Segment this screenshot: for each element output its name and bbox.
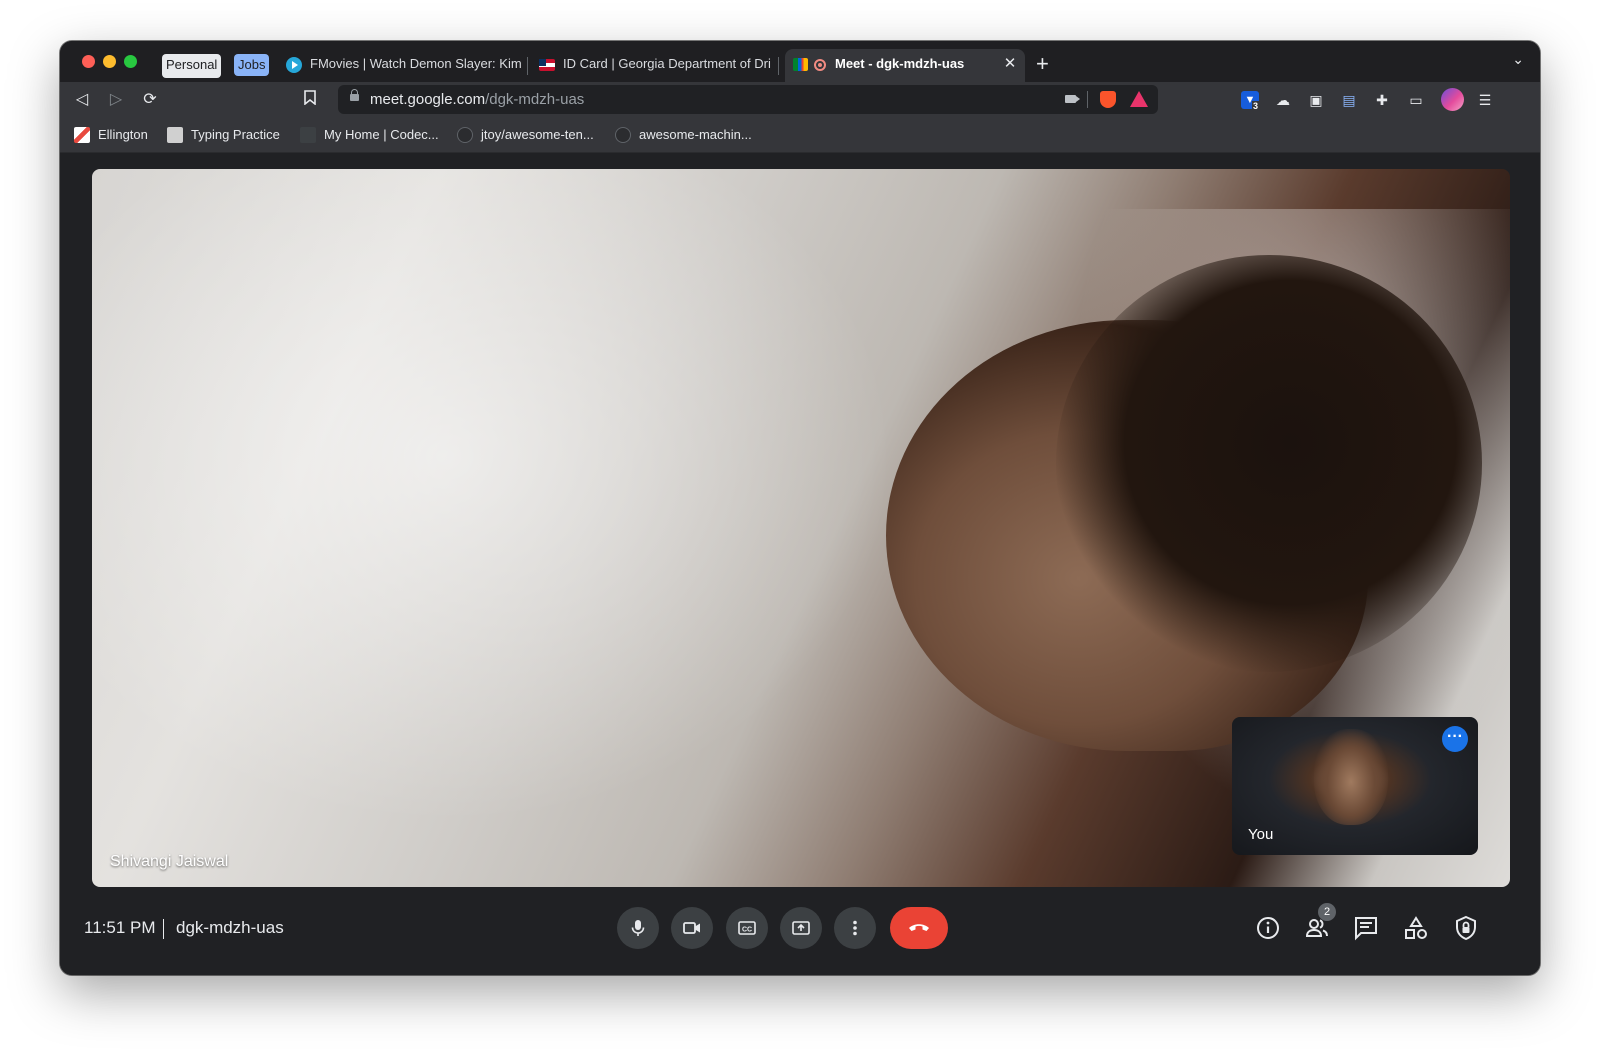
- cloud-icon[interactable]: ☁: [1274, 91, 1292, 109]
- time-divider: [163, 919, 164, 939]
- tab-fmovies[interactable]: FMovies | Watch Demon Slayer: Kim: [282, 49, 552, 82]
- meeting-time: 11:51 PM: [84, 918, 156, 937]
- bookmarks-bar: Ellington Typing Practice My Home | Code…: [60, 118, 1540, 153]
- brave-rewards-icon[interactable]: [1130, 91, 1148, 107]
- browser-window: Personal Jobs FMovies | Watch Demon Slay…: [60, 41, 1540, 975]
- tab-strip: Personal Jobs FMovies | Watch Demon Slay…: [60, 41, 1540, 82]
- window-icon[interactable]: ▣: [1307, 91, 1325, 109]
- svg-text:CC: CC: [742, 927, 752, 934]
- participant-name: Shivangi Jaiswal: [110, 853, 229, 870]
- brave-shields-icon[interactable]: [1100, 91, 1116, 108]
- typing-icon: [167, 127, 183, 143]
- bookmark-ellington[interactable]: Ellington: [74, 127, 148, 143]
- tab-group-personal[interactable]: Personal: [162, 54, 222, 78]
- recording-icon: [814, 59, 826, 71]
- codecademy-icon: [300, 127, 316, 143]
- chat-icon[interactable]: [1353, 915, 1379, 941]
- camera-icon: [683, 922, 700, 934]
- camera-button[interactable]: [671, 907, 713, 949]
- address-bar[interactable]: meet.google.com/dgk-mdzh-uas: [338, 85, 1158, 114]
- tab-title: Meet - dgk-mdzh-uas: [835, 56, 965, 71]
- activities-icon[interactable]: [1403, 915, 1429, 941]
- close-tab-icon[interactable]: ✕: [1001, 49, 1019, 79]
- lock-icon: [350, 89, 359, 101]
- tab-separator: [527, 57, 528, 75]
- self-name: You: [1248, 826, 1274, 843]
- more-options-button[interactable]: [834, 907, 876, 949]
- chevron-down-icon[interactable]: ⌄: [1512, 51, 1524, 68]
- present-icon: [792, 921, 810, 935]
- tab-meet[interactable]: Meet - dgk-mdzh-uas ✕: [785, 49, 1025, 82]
- tab-title: FMovies | Watch Demon Slayer: Kim: [310, 56, 522, 71]
- self-video-tile[interactable]: You ···: [1232, 717, 1478, 855]
- bitwarden-icon[interactable]: ▼ 3: [1241, 91, 1260, 111]
- minimize-window-button[interactable]: [103, 55, 116, 68]
- participant-count-badge: 2: [1318, 903, 1336, 921]
- menu-icon[interactable]: ☰: [1476, 91, 1494, 109]
- browser-toolbar: ◁ ▷ ⟳ meet.google.com/dgk-mdzh-uas ▼ 3 ☁ …: [60, 82, 1540, 118]
- camera-in-use-icon[interactable]: [1065, 95, 1080, 103]
- new-tab-button[interactable]: +: [1036, 49, 1049, 79]
- bookmark-icon[interactable]: [300, 90, 320, 110]
- profile-avatar[interactable]: [1441, 88, 1464, 111]
- video-hair: [1056, 255, 1482, 672]
- captions-icon: CC: [738, 921, 756, 935]
- document-icon[interactable]: ▤: [1340, 91, 1358, 109]
- bookmark-awesome-tensorflow[interactable]: jtoy/awesome-ten...: [457, 127, 594, 143]
- back-button[interactable]: ◁: [72, 90, 92, 110]
- video-blanket: [92, 169, 972, 887]
- reload-button[interactable]: ⟳: [140, 90, 160, 110]
- self-video-face: [1314, 729, 1388, 825]
- github-icon: [615, 127, 631, 143]
- microphone-icon: [631, 920, 645, 936]
- wallet-icon[interactable]: ▭: [1407, 91, 1425, 109]
- url-text: meet.google.com/dgk-mdzh-uas: [370, 91, 585, 108]
- extensions-puzzle-icon[interactable]: ✚: [1373, 91, 1391, 109]
- tab-separator: [778, 57, 779, 75]
- play-icon: [286, 57, 302, 73]
- extension-badge: 3: [1252, 101, 1260, 111]
- tab-id-card[interactable]: ID Card | Georgia Department of Dri: [535, 49, 803, 82]
- tab-group-jobs[interactable]: Jobs: [234, 54, 270, 76]
- microphone-button[interactable]: [617, 907, 659, 949]
- meet-page: Shivangi Jaiswal You ··· 11:51 PM dgk-md…: [60, 153, 1540, 975]
- hang-up-button[interactable]: [890, 907, 948, 949]
- hang-up-icon: [909, 924, 929, 931]
- github-icon: [457, 127, 473, 143]
- ellington-icon: [74, 127, 90, 143]
- maximize-window-button[interactable]: [124, 55, 137, 68]
- tab-title: ID Card | Georgia Department of Dri: [563, 56, 771, 71]
- info-icon[interactable]: [1255, 915, 1281, 941]
- meeting-code: dgk-mdzh-uas: [176, 918, 284, 937]
- captions-button[interactable]: CC: [726, 907, 768, 949]
- more-options-tile-icon[interactable]: ···: [1442, 726, 1468, 752]
- bookmark-awesome-machine-learning[interactable]: awesome-machin...: [615, 127, 752, 143]
- omnibox-divider: [1087, 91, 1088, 108]
- host-controls-icon[interactable]: [1453, 915, 1479, 941]
- more-options-icon: [853, 920, 857, 936]
- flag-icon: [539, 59, 555, 71]
- bookmark-typing-practice[interactable]: Typing Practice: [167, 127, 280, 143]
- forward-button[interactable]: ▷: [106, 90, 126, 110]
- present-button[interactable]: [780, 907, 822, 949]
- close-window-button[interactable]: [82, 55, 95, 68]
- meet-icon: [793, 58, 808, 71]
- bookmark-codecademy[interactable]: My Home | Codec...: [300, 127, 439, 143]
- meeting-controls-bar: 11:51 PM dgk-mdzh-uas CC 2: [60, 887, 1540, 975]
